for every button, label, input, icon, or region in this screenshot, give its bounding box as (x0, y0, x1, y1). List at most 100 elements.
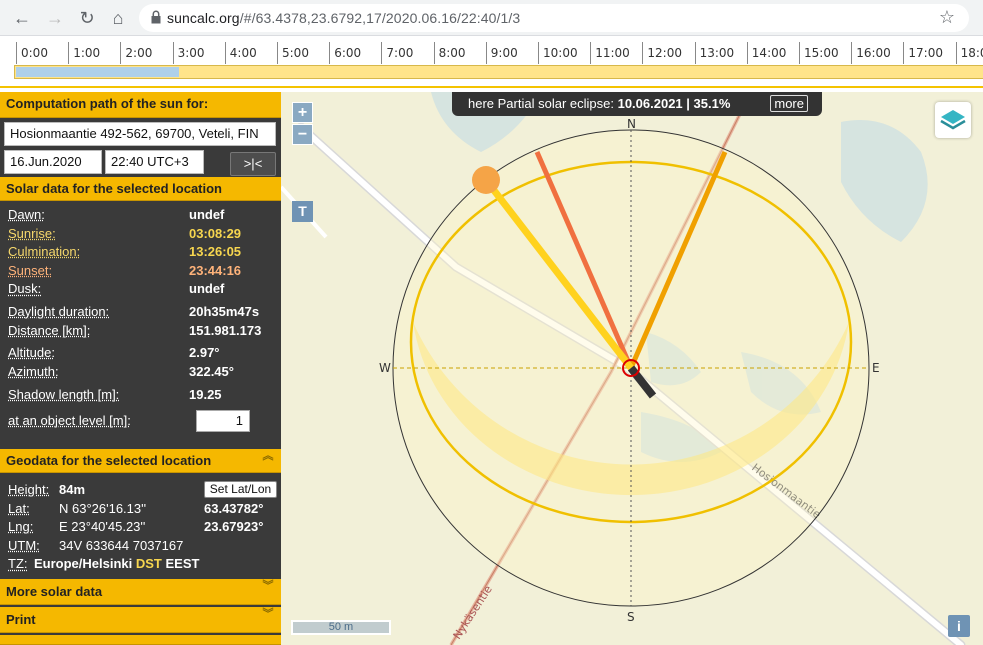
reload-icon[interactable]: ↻ (75, 6, 99, 30)
time-input[interactable]: 22:40 UTC+3 (105, 150, 204, 174)
header-geodata-label: Geodata for the selected location (6, 453, 212, 468)
header-more-label: More solar data (6, 584, 103, 599)
header-partial[interactable] (0, 635, 281, 645)
timezone-row: TZ: Europe/Helsinki DST EEST (8, 555, 275, 574)
solar-data-label: Sunrise: (8, 225, 56, 241)
expand-chevron-icon[interactable]: ︾ (261, 579, 275, 601)
solar-data-row: Culmination: 13:26:05 (8, 243, 275, 262)
hour-tick: 0:00 (16, 42, 48, 64)
header-solar-data[interactable]: Solar data for the selected location (0, 177, 281, 201)
zoom-in-button[interactable]: + (292, 102, 313, 123)
layers-icon (940, 110, 966, 130)
object-level-row: at an object level [m]: 1 (8, 409, 275, 432)
hour-tick: 12:00 (642, 42, 682, 64)
set-lat-lon-button[interactable]: Set Lat/Lon (204, 481, 277, 498)
object-level-input[interactable]: 1 (196, 409, 250, 432)
hour-tick: 18:0 (955, 42, 983, 64)
layers-button[interactable] (935, 102, 971, 138)
utm-label: UTM: (8, 537, 40, 553)
solar-data-row: Dawn: undef (8, 206, 275, 225)
now-button[interactable]: >|< (230, 152, 276, 176)
header-more-solar-data[interactable]: More solar data ︾ (0, 579, 281, 605)
lat-dms: N 63°26'16.13'' (59, 500, 147, 516)
timeline-bar[interactable] (14, 65, 983, 79)
hour-tick: 2:00 (120, 42, 152, 64)
home-icon[interactable]: ⌂ (106, 6, 130, 30)
timezone-label: TZ: (8, 556, 28, 572)
solar-data-label: Azimuth: (8, 363, 59, 379)
hour-tick: 6:00 (329, 42, 361, 64)
timeline-night-fill (16, 67, 179, 77)
hour-ticks: 0:00 1:00 2:00 3:00 4:00 5:00 6:00 7:00 8:00 9:00… (0, 42, 983, 64)
solar-data-label: Altitude: (8, 345, 55, 361)
zoom-out-button[interactable]: − (292, 124, 313, 145)
solar-data-row: Distance [km]: 151.981.173 (8, 322, 275, 341)
address-bar[interactable]: suncalc.org/#/63.4378,23.6792,17/2020.06… (139, 4, 969, 32)
location-input[interactable]: Hosionmaantie 492-562, 69700, Veteli, FI… (4, 122, 276, 146)
solar-data-label: Sunset: (8, 262, 53, 278)
solar-data-value: 151.981.173 (189, 322, 262, 338)
hour-tick: 4:00 (224, 42, 257, 64)
map-scale-bar: 50 m (291, 620, 391, 635)
solar-data-value: 322.45° (189, 363, 234, 379)
lock-icon (151, 10, 161, 24)
solar-data-label: Daylight duration: (8, 303, 110, 319)
hour-tick: 5:00 (277, 42, 309, 64)
timezone-value: Europe/Helsinki DST EEST (34, 556, 200, 572)
eclipse-more-button[interactable]: more (770, 95, 808, 112)
height-row: Height: 84m Set Lat/Lon (8, 481, 277, 500)
header-print-label: Print (6, 612, 36, 627)
hour-tick: 11:00 (590, 42, 630, 64)
eclipse-prefix: here Partial solar eclipse: (468, 96, 614, 111)
hour-tick: 13:00 (694, 42, 734, 64)
map-canvas[interactable]: Hosionmaantie Nykäsentie N S W E (281, 92, 983, 645)
header-geodata[interactable]: Geodata for the selected location ︽ (0, 449, 281, 473)
road-label-nykasentie: Nykäsentie (451, 583, 495, 642)
compass-south: S (627, 610, 635, 624)
geodata-list: Height: 84m Set Lat/Lon Lat: N 63°26'16.… (0, 478, 281, 574)
solar-data-value: 20h35m47s (189, 303, 260, 319)
solar-data-value: undef (189, 207, 225, 222)
solar-data-row: Sunrise: 03:08:29 (8, 225, 275, 244)
hour-tick: 16:00 (851, 42, 891, 64)
timeline-underline (0, 86, 983, 88)
map-view[interactable]: Hosionmaantie Nykäsentie N S W E + − T h… (281, 92, 983, 645)
hour-tick: 7:00 (381, 42, 413, 64)
hour-tick: 15:00 (799, 42, 839, 64)
eclipse-banner: here Partial solar eclipse: 10.06.2021 |… (452, 92, 822, 116)
shadow-length-value: 19.25 (189, 387, 222, 403)
collapse-chevron-icon[interactable]: ︽ (261, 449, 275, 471)
info-button[interactable]: i (948, 615, 970, 637)
solar-data-value: 13:26:05 (189, 244, 242, 260)
terrain-button[interactable]: T (292, 201, 313, 222)
expand-chevron-icon[interactable]: ︾ (261, 607, 275, 629)
sun-position-marker[interactable] (472, 166, 500, 194)
solar-data-value: 03:08:29 (189, 225, 242, 241)
object-level-label: at an object level [m]: (8, 412, 131, 428)
hour-tick: 3:00 (172, 42, 205, 64)
compass-west: W (379, 361, 391, 375)
solar-data-row: Azimuth: 322.45° (8, 363, 275, 382)
solar-data-value: 23:44:16 (189, 262, 242, 278)
solar-data-row: Daylight duration: 20h35m47s (8, 303, 275, 322)
date-input[interactable]: 16.Jun.2020 (4, 150, 102, 174)
browser-toolbar: ← → ↻ ⌂ suncalc.org/#/63.4378,23.6792,17… (0, 0, 983, 36)
solar-data-label: Culmination: (8, 244, 81, 260)
header-print[interactable]: Print ︾ (0, 607, 281, 633)
url-text: suncalc.org/#/63.4378,23.6792,17/2020.06… (167, 10, 521, 26)
utm-value: 34V 633644 7037167 (59, 537, 184, 553)
time-slider[interactable]: 0:00 1:00 2:00 3:00 4:00 5:00 6:00 7:00 8:00 9:00… (0, 36, 983, 92)
lat-row: Lat: N 63°26'16.13'' 63.43782° (8, 500, 275, 519)
lng-decimal: 23.67923° (204, 519, 264, 535)
hour-tick: 14:00 (746, 42, 786, 64)
lng-label: Lng: (8, 519, 34, 535)
compass-north: N (627, 117, 636, 131)
bookmark-star-icon[interactable]: ☆ (939, 7, 955, 28)
hour-tick: 9:00 (485, 42, 518, 64)
utm-row: UTM: 34V 633644 7037167 (8, 537, 275, 556)
eclipse-value: 10.06.2021 | 35.1% (617, 96, 731, 111)
header-computation-path[interactable]: Computation path of the sun for: (0, 92, 281, 118)
forward-arrow-icon[interactable]: → (43, 6, 67, 30)
back-arrow-icon[interactable]: ← (10, 6, 34, 30)
solar-data-row: Altitude: 2.97° (8, 344, 275, 363)
